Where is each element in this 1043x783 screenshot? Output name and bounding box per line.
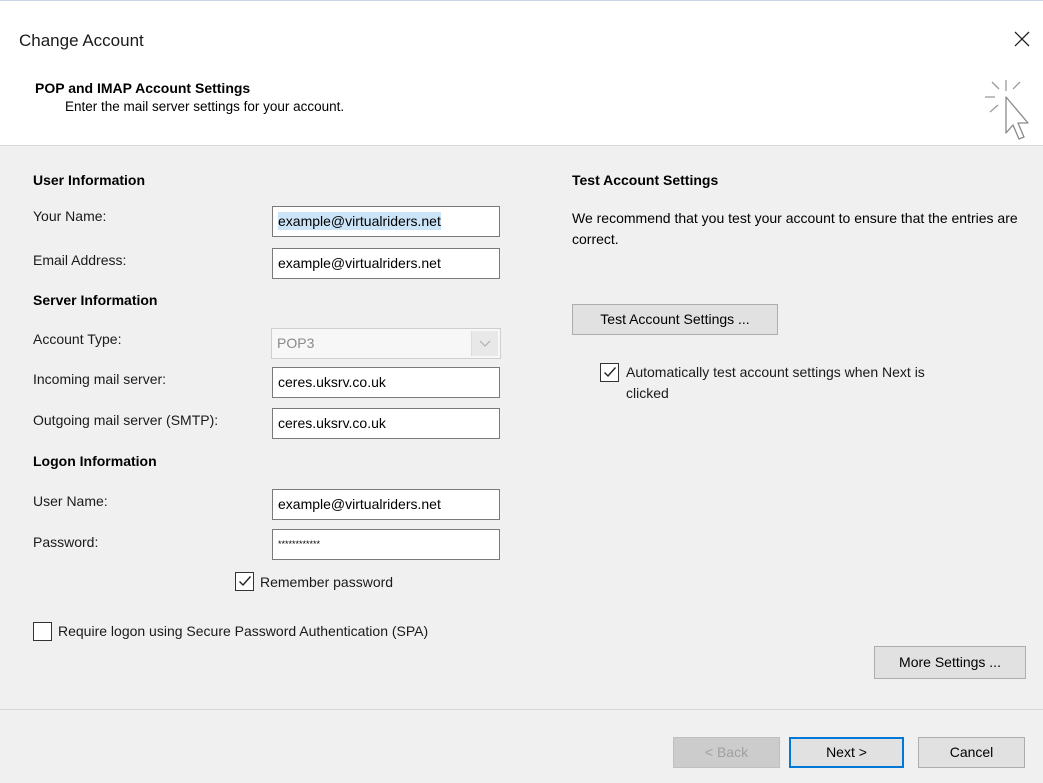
- spa-label[interactable]: Require logon using Secure Password Auth…: [58, 623, 428, 639]
- checkmark-icon: [604, 367, 617, 378]
- account-type-select: POP3: [271, 328, 501, 359]
- chevron-down-icon: [479, 340, 491, 347]
- email-address-input[interactable]: example@virtualriders.net: [272, 248, 500, 279]
- email-address-label: Email Address:: [33, 252, 127, 268]
- title-bar: Change Account: [0, 0, 1043, 75]
- test-account-settings-button[interactable]: Test Account Settings ...: [572, 304, 778, 335]
- auto-test-label[interactable]: Automatically test account settings when…: [626, 362, 925, 404]
- auto-test-label-line2: clicked: [626, 385, 669, 401]
- dialog-footer: < Back Next > Cancel: [0, 709, 1043, 783]
- incoming-mail-server-label: Incoming mail server:: [33, 371, 167, 387]
- change-account-dialog: Change Account POP and IMAP Account Sett…: [0, 0, 1043, 783]
- next-button[interactable]: Next >: [789, 737, 904, 768]
- dialog-header: POP and IMAP Account Settings Enter the …: [0, 75, 1043, 146]
- more-settings-button[interactable]: More Settings ...: [874, 646, 1026, 679]
- your-name-input[interactable]: example@virtualriders.net: [272, 206, 500, 237]
- auto-test-label-line1: Automatically test account settings when…: [626, 364, 925, 380]
- cancel-button[interactable]: Cancel: [918, 737, 1025, 768]
- settings-panel: User Information Your Name: example@virt…: [0, 146, 1043, 709]
- outgoing-mail-server-label: Outgoing mail server (SMTP):: [33, 412, 219, 428]
- incoming-mail-server-input[interactable]: ceres.uksrv.co.uk: [272, 367, 500, 398]
- your-name-value: example@virtualriders.net: [278, 212, 441, 230]
- dropdown-arrow: [471, 331, 498, 356]
- test-settings-description: We recommend that you test your account …: [572, 210, 1018, 247]
- checkmark-icon: [239, 576, 252, 587]
- test-account-settings-heading: Test Account Settings: [572, 172, 719, 188]
- close-icon[interactable]: [1012, 29, 1032, 49]
- logon-information-heading: Logon Information: [33, 453, 157, 469]
- user-name-label: User Name:: [33, 493, 108, 509]
- server-information-heading: Server Information: [33, 292, 158, 308]
- remember-password-checkbox[interactable]: [235, 572, 254, 591]
- password-input[interactable]: ************: [272, 529, 500, 560]
- user-information-heading: User Information: [33, 172, 146, 188]
- back-button[interactable]: < Back: [673, 737, 780, 768]
- remember-password-label[interactable]: Remember password: [260, 574, 393, 590]
- sparkle-cursor-icon: [985, 80, 1029, 140]
- account-type-label: Account Type:: [33, 331, 122, 347]
- outgoing-mail-server-input[interactable]: ceres.uksrv.co.uk: [272, 408, 500, 439]
- window-title: Change Account: [19, 31, 144, 50]
- password-label: Password:: [33, 534, 99, 550]
- header-subtitle: Enter the mail server settings for your …: [65, 99, 345, 114]
- user-name-input[interactable]: example@virtualriders.net: [272, 489, 500, 520]
- auto-test-checkbox[interactable]: [600, 363, 619, 382]
- header-title: POP and IMAP Account Settings: [35, 80, 251, 96]
- your-name-label: Your Name:: [33, 208, 107, 224]
- account-type-value: POP3: [277, 335, 315, 351]
- spa-checkbox[interactable]: [33, 622, 52, 641]
